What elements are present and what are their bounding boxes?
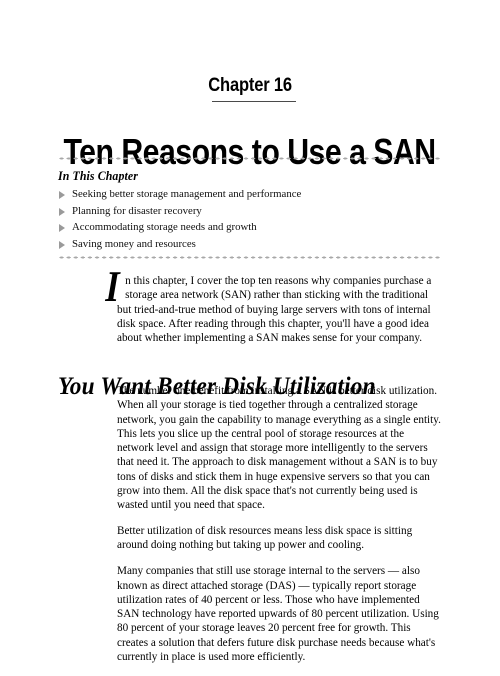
triangle-right-icon	[59, 224, 65, 233]
dotted-rule-bottom	[58, 256, 442, 259]
list-item: Seeking better storage management and pe…	[58, 186, 442, 203]
chapter-label: Chapter 16	[208, 75, 292, 96]
book-page: Chapter 16 Ten Reasons to Use a SAN In T…	[0, 0, 500, 663]
chapter-label-container: Chapter 16	[0, 76, 500, 96]
body-paragraph: Many companies that still use storage in…	[117, 565, 439, 664]
dotted-rule-top	[58, 157, 442, 160]
list-item-label: Seeking better storage management and pe…	[72, 188, 302, 200]
list-item: Saving money and resources	[58, 236, 442, 253]
list-item: Accommodating storage needs and growth	[58, 219, 442, 236]
list-item: Planning for disaster recovery	[58, 203, 442, 220]
in-this-chapter-heading: In This Chapter	[58, 169, 138, 183]
page-title: Ten Reasons to Use a SAN	[63, 131, 437, 173]
list-item-label: Accommodating storage needs and growth	[72, 221, 257, 234]
intro-paragraph-text: n this chapter, I cover the top ten reas…	[117, 275, 432, 345]
body-paragraph: Better utilization of disk resources mea…	[117, 525, 413, 552]
triangle-right-icon	[59, 240, 65, 249]
body-text-column: The number one benefit from installing a…	[117, 384, 442, 676]
triangle-right-icon	[59, 207, 65, 216]
list-item-label: Saving money and resources	[72, 237, 196, 250]
intro-paragraph: In this chapter, I cover the top ten rea…	[105, 262, 442, 345]
chapter-underline-rule	[212, 101, 296, 102]
drop-cap: I	[104, 262, 120, 311]
triangle-right-icon	[59, 191, 65, 199]
body-paragraph: The number one benefit from installing a…	[117, 385, 441, 512]
in-this-chapter-list: Seeking better storage management and pe…	[58, 186, 442, 252]
list-item-label: Planning for disaster recovery	[72, 204, 202, 217]
